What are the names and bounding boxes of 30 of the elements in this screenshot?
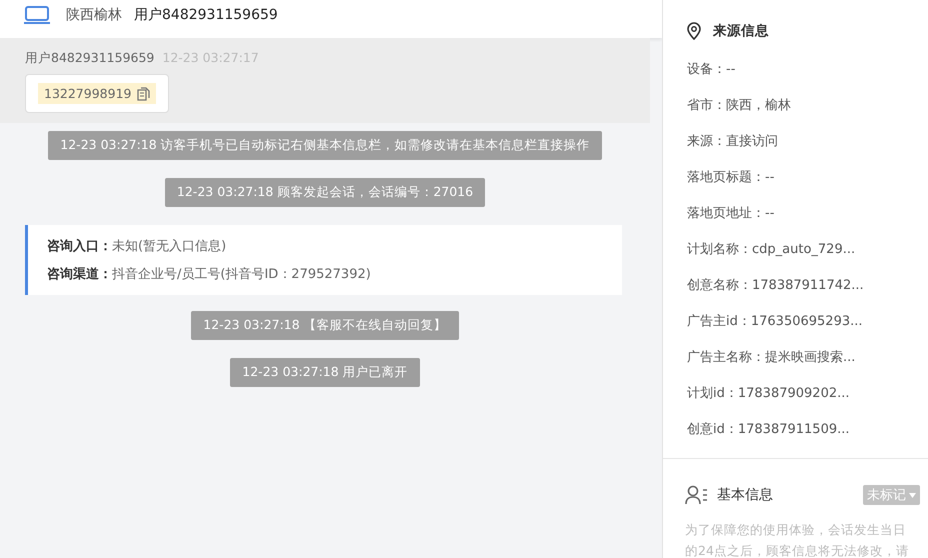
info-field: 计划名称：cdp_auto_729... [687, 232, 928, 268]
system-notice: 12-23 03:27:18 用户已离开 [230, 358, 420, 387]
info-field: 创意名称：178387911742... [687, 268, 928, 304]
tag-dropdown[interactable]: 未标记 [863, 485, 920, 505]
info-field: 落地页地址：-- [687, 196, 928, 232]
user-list-icon [685, 485, 709, 505]
phone-number: 13227998919 [44, 86, 132, 101]
location-pin-icon [687, 22, 701, 40]
notice-text: 为了保障您的使用体验，会话发生当日的24点之后，顾客信息将无法修改，请 [685, 521, 910, 558]
info-field: 设备：-- [687, 52, 928, 88]
info-line: 咨询渠道：抖音企业号/员工号(抖音号ID：279527392) [47, 266, 372, 284]
info-field: 省市：陕西，榆林 [687, 88, 928, 124]
info-field: 来源：直接访问 [687, 124, 928, 160]
laptop-icon [24, 6, 50, 24]
location-text: 陕西榆林 [66, 6, 122, 24]
info-field: 计划id：178387909202... [687, 376, 928, 412]
section-title: 来源信息 [713, 22, 769, 40]
info-field: 落地页标题：-- [687, 160, 928, 196]
info-field: 广告主id：176350695293... [687, 304, 928, 340]
copy-icon[interactable] [137, 86, 150, 100]
info-line: 咨询入口：未知(暂无入口信息) [47, 238, 228, 256]
system-notice: 12-23 03:27:18 访客手机号已自动标记右侧基本信息栏，如需修改请在基本信息栏直接操作 [48, 131, 602, 160]
caret-icon [909, 492, 916, 498]
user-name: 用户8482931159659 [134, 6, 278, 24]
info-field: 广告主名称：提米映画搜索... [687, 340, 928, 376]
info-field: 创意id：178387911509... [687, 412, 928, 448]
sender-name: 用户8482931159659 [25, 50, 154, 67]
section-title: 基本信息 [717, 486, 774, 504]
system-notice: 12-23 03:27:18 【客服不在线自动回复】 [191, 311, 459, 340]
system-notice: 12-23 03:27:18 顾客发起会话，会话编号：27016 [164, 178, 486, 207]
